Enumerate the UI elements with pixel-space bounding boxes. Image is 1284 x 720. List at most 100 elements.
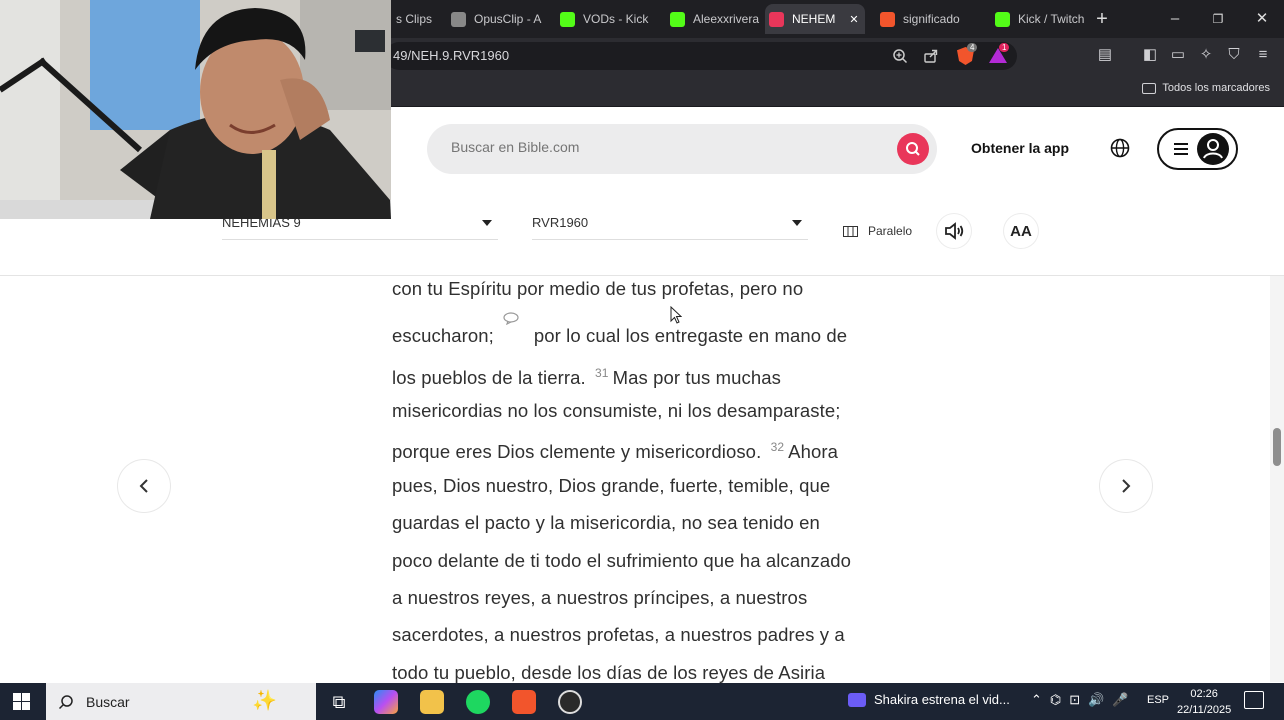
verse-text-line: misericordias no los consumiste, ni los … bbox=[392, 392, 840, 430]
sparkle-icon: ✨ bbox=[252, 690, 277, 712]
browser-tab[interactable]: NEHEM ✕ bbox=[765, 4, 865, 34]
next-chapter-button[interactable] bbox=[1100, 460, 1152, 512]
close-window-button[interactable]: ✕ bbox=[1251, 8, 1273, 30]
get-app-link[interactable]: Obtener la app bbox=[971, 140, 1069, 156]
globe-icon[interactable] bbox=[1110, 138, 1130, 158]
clock-time: 02:26 bbox=[1190, 688, 1218, 700]
browser-tab-label: Kick / Twitch bbox=[1018, 12, 1085, 26]
verse-text: por lo cual los entregaste en mano de bbox=[533, 325, 848, 346]
share-icon[interactable] bbox=[923, 48, 939, 64]
close-tab-icon[interactable]: ✕ bbox=[849, 13, 858, 26]
brave-browser-icon[interactable] bbox=[512, 690, 536, 714]
search-bar[interactable] bbox=[427, 124, 937, 174]
kick-icon bbox=[560, 11, 575, 27]
browser-tab-label: s Clips bbox=[396, 12, 433, 26]
search-icon bbox=[906, 142, 920, 156]
shield-badge: 4 bbox=[967, 43, 978, 52]
parallel-icon bbox=[843, 225, 858, 237]
notifications-icon[interactable] bbox=[1244, 691, 1264, 709]
verse-text: pues, Dios nuestro, Dios grande, fuerte,… bbox=[392, 475, 831, 496]
obs-icon[interactable] bbox=[558, 690, 582, 714]
taskbar-clock[interactable]: 02:26 22/11/2025 bbox=[1177, 686, 1231, 718]
language-indicator[interactable]: ESP bbox=[1147, 694, 1169, 706]
verse-number: 31 bbox=[595, 366, 609, 380]
verse-text: Ahora bbox=[788, 441, 839, 462]
menu-icon[interactable]: ≡ bbox=[1254, 46, 1272, 64]
browser-tab[interactable]: significado bbox=[876, 4, 976, 34]
parallel-button[interactable]: Paralelo bbox=[843, 224, 912, 238]
browser-tab[interactable]: s Clips bbox=[392, 4, 442, 34]
browser-tab-label: Aleexxrivera bbox=[693, 12, 760, 26]
menu-profile-button[interactable] bbox=[1157, 128, 1238, 170]
new-tab-button[interactable]: + bbox=[1091, 8, 1113, 30]
webcam-video bbox=[0, 0, 391, 219]
avatar bbox=[1197, 133, 1229, 165]
verse-text-line: guardas el pacto y la misericordia, no s… bbox=[392, 504, 820, 542]
page-scrollbar[interactable] bbox=[1270, 276, 1284, 682]
browser-tab[interactable]: VODs - Kick bbox=[556, 4, 656, 34]
text-size-button[interactable]: AA bbox=[1004, 214, 1038, 248]
verse-text-line: escucharon; por lo cual los entregaste en… bbox=[392, 312, 848, 355]
browser-tab-label: significado bbox=[903, 12, 960, 26]
spotify-icon[interactable] bbox=[466, 690, 490, 714]
all-bookmarks-label: Todos los marcadores bbox=[1162, 82, 1270, 94]
zoom-icon[interactable] bbox=[892, 48, 908, 64]
speaker-icon bbox=[945, 222, 964, 240]
taskbar-news-widget[interactable]: Shakira estrena el vid... bbox=[848, 692, 1010, 707]
verse-text: con tu Espíritu por medio de tus profeta… bbox=[392, 278, 804, 299]
news-headline: Shakira estrena el vid... bbox=[874, 692, 1010, 707]
previous-chapter-button[interactable] bbox=[118, 460, 170, 512]
kick-icon bbox=[995, 11, 1010, 27]
restore-button[interactable]: ❐ bbox=[1207, 8, 1229, 30]
wallet-icon[interactable]: ▭ bbox=[1169, 46, 1187, 64]
system-tray-icons[interactable]: ⌃⌬⊡🔊🎤 bbox=[1031, 692, 1137, 708]
browser-tab-label: NEHEM bbox=[792, 12, 836, 26]
verse-text-line: sacerdotes, a nuestros profetas, a nuest… bbox=[392, 616, 845, 654]
version-label: RVR1960 bbox=[532, 215, 589, 230]
verse-text: poco delante de ti todo el sufrimiento q… bbox=[392, 550, 852, 571]
windows-taskbar: Buscar ✨ ⧉ Shakira estrena el vid... ⌃⌬⊡… bbox=[0, 683, 1284, 720]
copilot-icon[interactable] bbox=[374, 690, 398, 714]
audio-button[interactable] bbox=[937, 214, 971, 248]
all-bookmarks-folder[interactable]: Todos los marcadores bbox=[1142, 82, 1270, 94]
file-explorer-icon[interactable] bbox=[420, 690, 444, 714]
verse-text-line: porque eres Dios clemente y misericordio… bbox=[392, 429, 838, 467]
webcam-overlay bbox=[0, 0, 391, 219]
verse-text: los pueblos de la tierra. bbox=[392, 367, 586, 388]
browser-tab[interactable]: OpusClip - A bbox=[447, 4, 547, 34]
browser-tab[interactable]: Kick / Twitch bbox=[991, 4, 1086, 34]
scrollbar-thumb[interactable] bbox=[1273, 428, 1281, 466]
verse-text: Mas por tus muchas bbox=[612, 367, 781, 388]
verse-text-line: a nuestros reyes, a nuestros príncipes, … bbox=[392, 579, 807, 617]
minimize-button[interactable]: – bbox=[1164, 8, 1186, 30]
search-button[interactable] bbox=[897, 133, 929, 165]
browser-tab[interactable]: Aleexxrivera bbox=[666, 4, 761, 34]
version-select[interactable]: RVR1960 bbox=[532, 210, 808, 240]
brave-search-icon bbox=[880, 11, 895, 27]
verse-text: sacerdotes, a nuestros profetas, a nuest… bbox=[392, 624, 845, 645]
verse-text: a nuestros reyes, a nuestros príncipes, … bbox=[392, 587, 808, 608]
clock-date: 22/11/2025 bbox=[1177, 704, 1232, 716]
video-icon bbox=[848, 692, 866, 707]
windows-start-icon[interactable] bbox=[13, 693, 30, 710]
parallel-label: Paralelo bbox=[868, 224, 913, 238]
rewards-badge: 1 bbox=[999, 43, 1010, 52]
verse-text: misericordias no los consumiste, ni los … bbox=[392, 400, 841, 421]
leo-ai-icon[interactable]: ✧ bbox=[1197, 46, 1215, 64]
mouse-cursor-icon bbox=[670, 306, 682, 324]
bible-icon bbox=[769, 11, 784, 27]
chevron-down-icon bbox=[792, 220, 802, 226]
sidebar-icon[interactable]: ◧ bbox=[1141, 46, 1159, 64]
task-view-icon[interactable]: ⧉ bbox=[327, 690, 351, 714]
hamburger-icon bbox=[1174, 143, 1188, 155]
url-field[interactable]: 49/NEH.9.RVR1960 4 1 bbox=[385, 42, 1017, 70]
verse-text: guardas el pacto y la misericordia, no s… bbox=[392, 512, 820, 533]
reader-mode-icon[interactable]: ▤ bbox=[1096, 46, 1114, 64]
browser-tab-label: VODs - Kick bbox=[583, 12, 649, 26]
verse-text: escucharon; bbox=[392, 325, 494, 346]
taskbar-search[interactable]: Buscar ✨ bbox=[46, 683, 316, 720]
verse-text-line: poco delante de ti todo el sufrimiento q… bbox=[392, 542, 851, 580]
user-icon bbox=[1203, 139, 1223, 159]
search-input[interactable] bbox=[451, 139, 871, 155]
vpn-shield-icon[interactable]: ⛉ bbox=[1225, 46, 1243, 64]
